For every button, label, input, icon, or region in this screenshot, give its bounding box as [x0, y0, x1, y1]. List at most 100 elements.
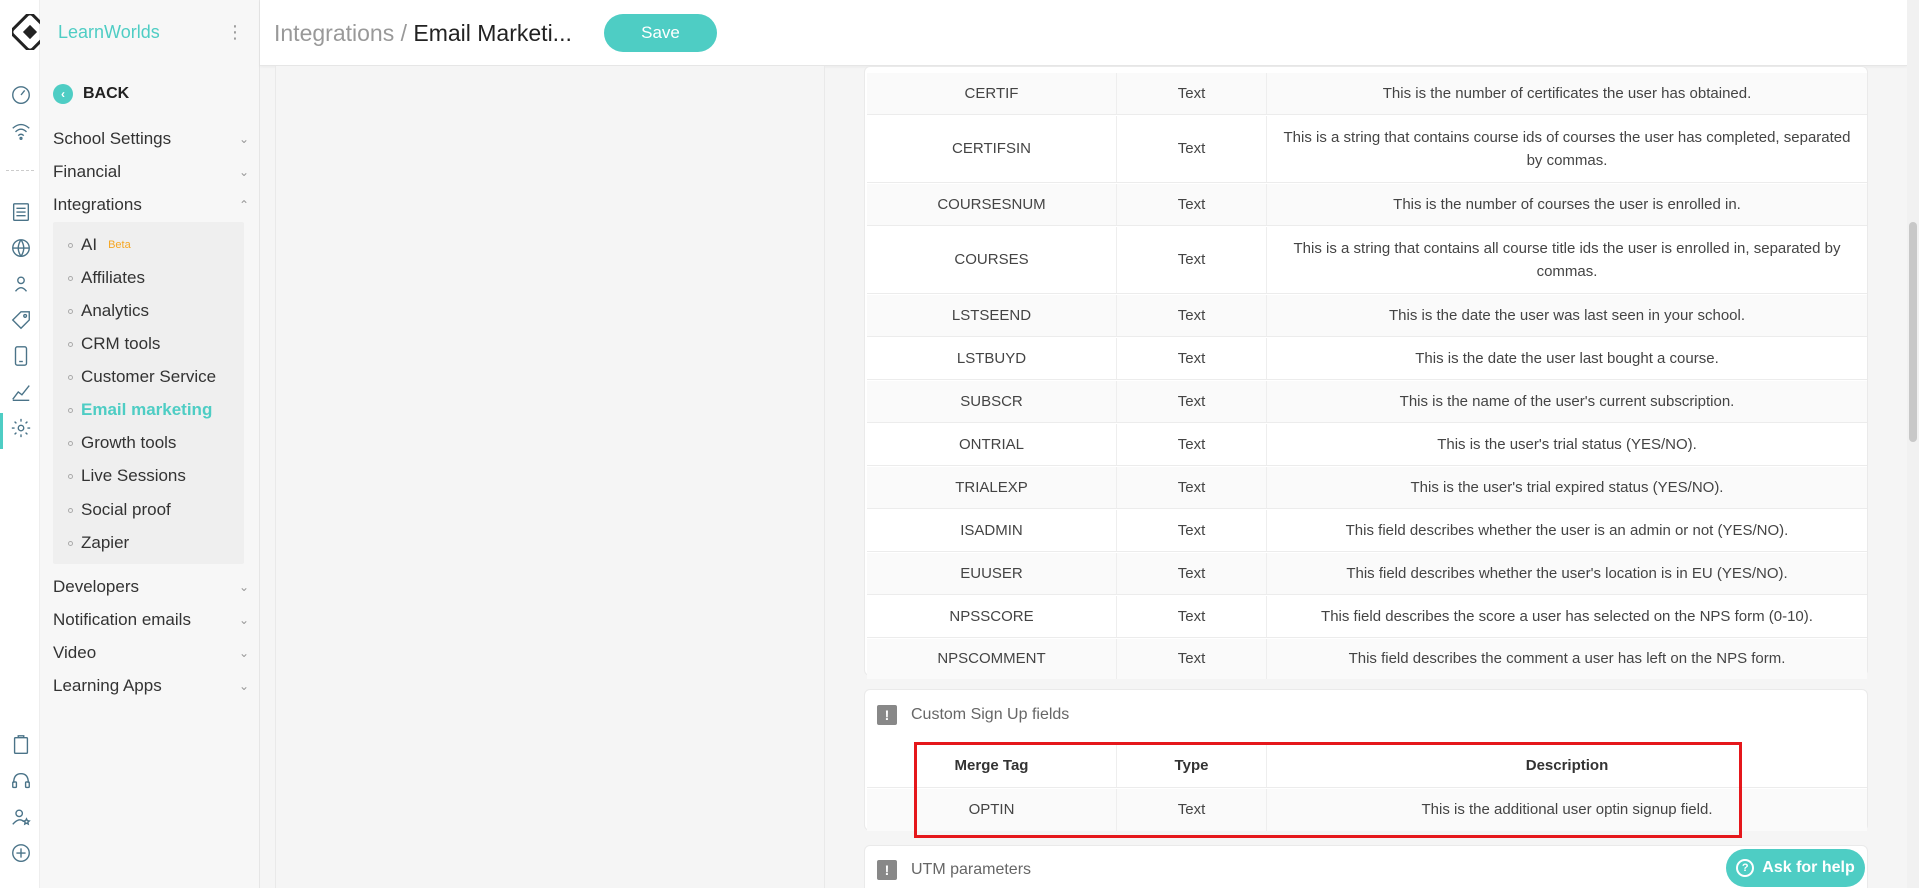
section-video[interactable]: Video ⌄: [53, 643, 249, 663]
type-cell: Text: [1117, 467, 1267, 508]
analytics-icon[interactable]: [8, 379, 34, 405]
chevron-down-icon: ⌄: [238, 613, 249, 627]
bullet-icon: [68, 341, 73, 347]
table-row: NPSCOMMENT Text This field describes the…: [867, 639, 1867, 679]
merge-tag-cell: NPSSCORE: [867, 596, 1117, 637]
sidebar-item-social-proof[interactable]: Social proof: [68, 500, 171, 520]
merge-tag-cell: ONTRIAL: [867, 424, 1117, 465]
save-button[interactable]: Save: [604, 14, 717, 52]
user-star-icon[interactable]: [8, 804, 34, 830]
description-cell: This field describes the comment a user …: [1348, 650, 1786, 668]
type-cell: Text: [1117, 510, 1267, 551]
section-label: Developers: [53, 577, 139, 596]
section-label: Integrations: [53, 195, 142, 214]
section-integrations[interactable]: Integrations ⌃: [53, 195, 249, 215]
bullet-icon: [68, 242, 73, 248]
merge-tag-cell: OPTIN: [867, 789, 1117, 831]
info-alert-icon: !: [877, 705, 897, 725]
breadcrumb: Integrations / Email Marketi...: [274, 20, 572, 47]
merge-tag-cell: NPSCOMMENT: [867, 639, 1117, 679]
sidebar-item-label: AI: [81, 235, 98, 254]
table-row: ONTRIAL Text This is the user's trial st…: [867, 424, 1867, 466]
vertical-scrollbar[interactable]: [1907, 0, 1919, 888]
more-options-icon[interactable]: ⋮: [226, 22, 244, 43]
type-cell: Text: [1117, 73, 1267, 114]
back-button[interactable]: ‹ BACK: [53, 84, 129, 104]
speedometer-icon[interactable]: [8, 82, 34, 108]
merge-tag-cell: CERTIF: [867, 73, 1117, 114]
table-row: OPTIN Text This is the additional user o…: [867, 789, 1867, 831]
sidebar-item-crm-tools[interactable]: CRM tools: [68, 334, 160, 354]
plus-circle-icon[interactable]: [8, 840, 34, 866]
section-learning-apps[interactable]: Learning Apps ⌄: [53, 676, 249, 696]
integrations-submenu: AI Beta Affiliates Analytics CRM tools C…: [53, 222, 244, 564]
chevron-down-icon: ⌄: [238, 646, 249, 660]
section-label: Notification emails: [53, 610, 191, 629]
description-cell: This is a string that contains course id…: [1283, 128, 1851, 169]
section-label: Financial: [53, 162, 122, 181]
merge-tag-cell: ISADMIN: [867, 510, 1117, 551]
sidebar-item-ai[interactable]: AI Beta: [68, 235, 131, 255]
section-developers[interactable]: Developers ⌄: [53, 577, 249, 597]
breadcrumb-parent[interactable]: Integrations: [274, 20, 394, 46]
brand-name: LearnWorlds: [58, 22, 160, 42]
back-label: BACK: [83, 85, 130, 102]
sidebar-item-growth-tools[interactable]: Growth tools: [68, 433, 176, 453]
sidebar-item-live-sessions[interactable]: Live Sessions: [68, 466, 186, 486]
chevron-down-icon: ⌄: [238, 132, 249, 146]
sidebar-item-label: Email marketing: [81, 400, 213, 419]
description-cell: This is a string that contains all cours…: [1293, 239, 1841, 280]
pages-icon[interactable]: [8, 199, 34, 225]
sidebar-item-analytics[interactable]: Analytics: [68, 301, 149, 321]
ask-for-help-button[interactable]: ? Ask for help: [1726, 849, 1865, 887]
merge-tag-cell: LSTBUYD: [867, 338, 1117, 379]
help-label: Ask for help: [1762, 859, 1855, 876]
section-financial[interactable]: Financial ⌄: [53, 162, 249, 182]
content-left-panel: [275, 66, 825, 888]
description-cell: This is the date the user was last seen …: [1388, 306, 1745, 324]
page-header: Integrations / Email Marketi... Save: [260, 0, 1907, 66]
breadcrumb-current: Email Marketi...: [413, 20, 572, 46]
custom-signup-header: ! Custom Sign Up fields: [877, 705, 1069, 725]
section-title: Custom Sign Up fields: [911, 706, 1070, 723]
sidebar-item-affiliates[interactable]: Affiliates: [68, 268, 145, 288]
scrollbar-thumb[interactable]: [1909, 222, 1917, 442]
headset-icon[interactable]: [8, 768, 34, 794]
users-icon[interactable]: [8, 271, 34, 297]
type-cell: Text: [1117, 116, 1267, 182]
table-row: ISADMIN Text This field describes whethe…: [867, 510, 1867, 552]
description-cell: This field describes whether the user's …: [1346, 564, 1788, 582]
bullet-icon: [68, 440, 73, 446]
merge-tag-cell: LSTSEEND: [867, 295, 1117, 336]
description-cell: This field describes whether the user is…: [1345, 521, 1789, 539]
clipboard-icon[interactable]: [8, 732, 34, 758]
description-cell: This is the additional user optin signup…: [1421, 801, 1713, 819]
sidebar-item-email-marketing[interactable]: Email marketing: [68, 400, 212, 420]
gear-icon[interactable]: [8, 415, 34, 441]
merge-tag-cell: SUBSCR: [867, 381, 1117, 422]
bullet-icon: [68, 275, 73, 281]
bullet-icon: [68, 473, 73, 479]
sidebar-item-label: Analytics: [81, 301, 150, 320]
mobile-icon[interactable]: [8, 343, 34, 369]
tag-icon[interactable]: [8, 307, 34, 333]
table-row: CERTIF Text This is the number of certif…: [867, 73, 1867, 115]
question-icon: ?: [1736, 859, 1755, 877]
section-school-settings[interactable]: School Settings ⌄: [53, 129, 249, 149]
table-row: EUUSER Text This field describes whether…: [867, 553, 1867, 595]
description-cell: This is the number of certificates the u…: [1382, 84, 1752, 102]
merge-tag-cell: CERTIFSIN: [867, 116, 1117, 182]
section-label: School Settings: [53, 129, 172, 148]
wifi-icon[interactable]: [8, 118, 34, 144]
sidebar-item-zapier[interactable]: Zapier: [68, 533, 129, 553]
type-cell: Text: [1117, 596, 1267, 637]
sidebar-item-customer-service[interactable]: Customer Service: [68, 367, 216, 387]
section-notification-emails[interactable]: Notification emails ⌄: [53, 610, 249, 630]
table-header-row: Merge Tag Type Description: [867, 744, 1867, 788]
chevron-left-icon: ‹: [53, 84, 73, 104]
type-cell: Text: [1117, 338, 1267, 379]
sidebar-item-label: Zapier: [81, 533, 130, 552]
merge-tags-table: CERTIF Text This is the number of certif…: [864, 66, 1868, 679]
settings-sidebar: LearnWorlds ⋮ ‹ BACK School Settings ⌄ F…: [40, 0, 260, 888]
globe-icon[interactable]: [8, 235, 34, 261]
